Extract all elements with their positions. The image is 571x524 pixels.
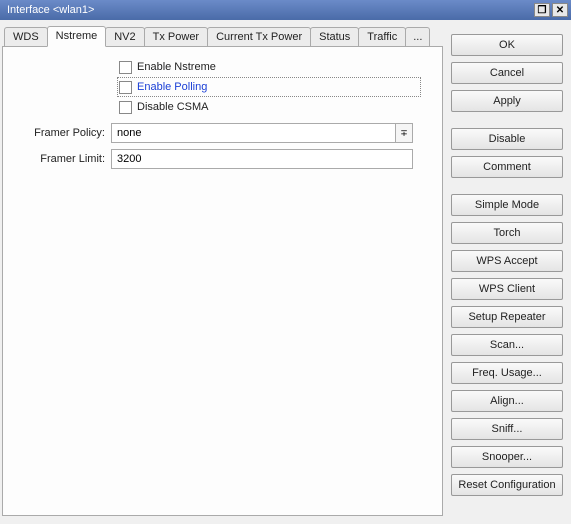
framer-limit-row: Framer Limit: 3200 bbox=[11, 149, 434, 169]
disable-button[interactable]: Disable bbox=[451, 128, 563, 150]
dropdown-icon: ∓ bbox=[400, 128, 408, 139]
restore-button[interactable]: ❐ bbox=[534, 3, 550, 17]
align-button[interactable]: Align... bbox=[451, 390, 563, 412]
framer-policy-dropdown-button[interactable]: ∓ bbox=[395, 123, 413, 143]
torch-button[interactable]: Torch bbox=[451, 222, 563, 244]
enable-polling-row[interactable]: Enable Polling bbox=[117, 77, 421, 97]
apply-button[interactable]: Apply bbox=[451, 90, 563, 112]
framer-policy-value[interactable]: none bbox=[111, 123, 395, 143]
enable-polling-checkbox[interactable] bbox=[119, 81, 132, 94]
disable-csma-label: Disable CSMA bbox=[137, 101, 209, 113]
framer-limit-input[interactable]: 3200 bbox=[111, 149, 413, 169]
cancel-button[interactable]: Cancel bbox=[451, 62, 563, 84]
tab-tx-power[interactable]: Tx Power bbox=[144, 27, 208, 46]
reset-config-button[interactable]: Reset Configuration bbox=[451, 474, 563, 496]
framer-policy-label: Framer Policy: bbox=[11, 127, 111, 139]
titlebar: Interface <wlan1> ❐ ✕ bbox=[0, 0, 571, 20]
tab-nstreme[interactable]: Nstreme bbox=[47, 26, 107, 47]
enable-nstreme-checkbox[interactable] bbox=[119, 61, 132, 74]
enable-polling-label: Enable Polling bbox=[137, 81, 207, 93]
tab-status[interactable]: Status bbox=[310, 27, 359, 46]
scan-button[interactable]: Scan... bbox=[451, 334, 563, 356]
ok-button[interactable]: OK bbox=[451, 34, 563, 56]
comment-button[interactable]: Comment bbox=[451, 156, 563, 178]
wps-accept-button[interactable]: WPS Accept bbox=[451, 250, 563, 272]
tab-body: Enable Nstreme Enable Polling Disable CS… bbox=[2, 46, 443, 516]
content: WDS Nstreme NV2 Tx Power Current Tx Powe… bbox=[0, 20, 571, 524]
tab-strip: WDS Nstreme NV2 Tx Power Current Tx Powe… bbox=[4, 24, 443, 46]
tab-more[interactable]: ... bbox=[405, 27, 430, 46]
enable-nstreme-label: Enable Nstreme bbox=[137, 61, 216, 73]
tab-current-tx-power[interactable]: Current Tx Power bbox=[207, 27, 311, 46]
setup-repeater-button[interactable]: Setup Repeater bbox=[451, 306, 563, 328]
left-panel: WDS Nstreme NV2 Tx Power Current Tx Powe… bbox=[0, 20, 447, 524]
freq-usage-button[interactable]: Freq. Usage... bbox=[451, 362, 563, 384]
enable-nstreme-row[interactable]: Enable Nstreme bbox=[117, 57, 434, 77]
right-panel: OK Cancel Apply Disable Comment Simple M… bbox=[447, 20, 571, 524]
window-title: Interface <wlan1> bbox=[3, 4, 532, 16]
simple-mode-button[interactable]: Simple Mode bbox=[451, 194, 563, 216]
disable-csma-row[interactable]: Disable CSMA bbox=[117, 97, 434, 117]
framer-policy-row: Framer Policy: none ∓ bbox=[11, 123, 434, 143]
snooper-button[interactable]: Snooper... bbox=[451, 446, 563, 468]
tab-nv2[interactable]: NV2 bbox=[105, 27, 144, 46]
framer-policy-select[interactable]: none ∓ bbox=[111, 123, 413, 143]
tab-traffic[interactable]: Traffic bbox=[358, 27, 406, 46]
tab-wds[interactable]: WDS bbox=[4, 27, 48, 46]
wps-client-button[interactable]: WPS Client bbox=[451, 278, 563, 300]
framer-limit-label: Framer Limit: bbox=[11, 153, 111, 165]
sniff-button[interactable]: Sniff... bbox=[451, 418, 563, 440]
close-button[interactable]: ✕ bbox=[552, 3, 568, 17]
disable-csma-checkbox[interactable] bbox=[119, 101, 132, 114]
